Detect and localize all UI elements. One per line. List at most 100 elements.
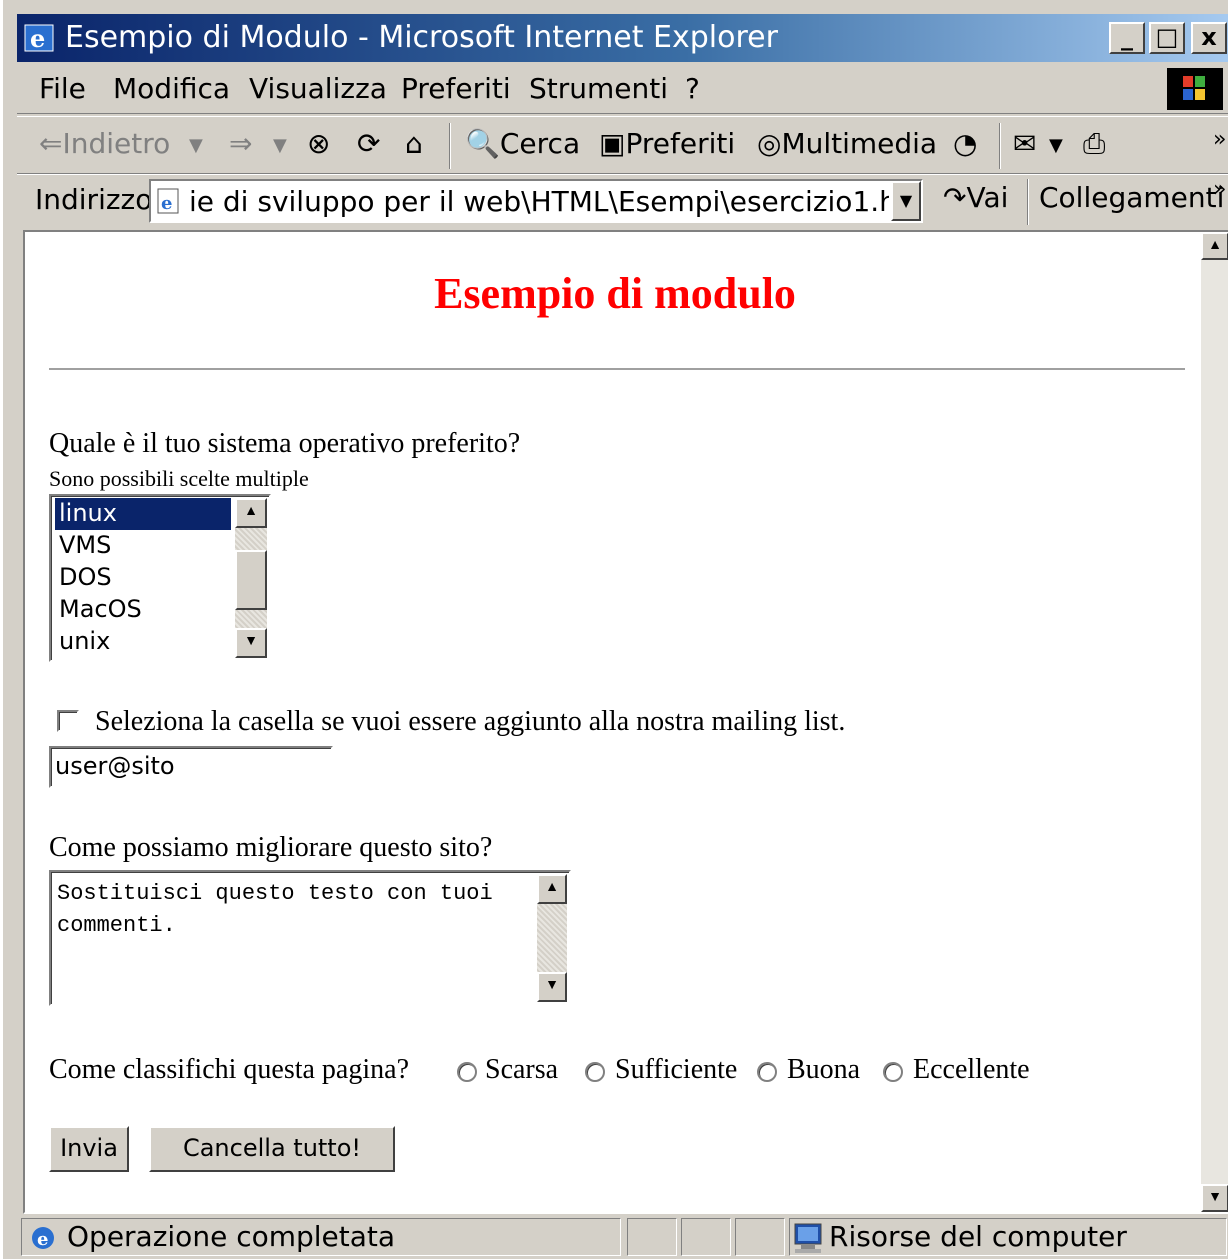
toolbar-separator [999, 123, 1001, 169]
home-icon[interactable]: ⌂ [405, 127, 423, 160]
ie-logo-icon: e [24, 24, 54, 53]
horizontal-rule [49, 368, 1185, 371]
mail-dropdown-icon[interactable]: ▼ [1049, 135, 1063, 156]
refresh-icon[interactable]: ⟳ [357, 127, 380, 160]
windows-logo-icon [1167, 68, 1223, 110]
os-listbox[interactable]: linux VMS DOS MacOS unix ▲ ▼ [49, 494, 271, 662]
menu-help[interactable]: ? [685, 72, 700, 105]
search-icon: 🔍 [465, 127, 500, 160]
scroll-down-icon[interactable]: ▼ [235, 628, 267, 658]
ie-page-icon: e [32, 1227, 54, 1250]
rating-question: Come classifichi questa pagina? [49, 1054, 409, 1085]
favorites-icon: ▣ [599, 127, 626, 160]
comments-text: Sostituisci questo testo con tuoi commen… [57, 881, 506, 938]
svg-text:e: e [37, 1229, 48, 1250]
scroll-thumb[interactable] [235, 550, 267, 610]
os-option-unix[interactable]: unix [55, 626, 231, 658]
go-arrow-icon: ↷ [943, 181, 967, 214]
svg-text:e: e [30, 24, 45, 53]
rating-radio-sufficiente[interactable] [585, 1062, 605, 1082]
media-icon: ◎ [757, 127, 782, 160]
email-field[interactable]: user@sito [49, 746, 333, 788]
rating-label-sufficiente: Sufficiente [615, 1054, 738, 1085]
search-button[interactable]: 🔍Cerca [465, 127, 580, 160]
menu-modifica[interactable]: Modifica [113, 72, 230, 105]
status-panel [735, 1218, 785, 1256]
rating-label-buona: Buona [787, 1054, 861, 1085]
comments-scrollbar[interactable]: ▲ ▼ [537, 874, 567, 1002]
os-option-vms[interactable]: VMS [55, 530, 231, 562]
submit-button[interactable]: Invia [49, 1126, 129, 1172]
window-title: Esempio di Modulo - Microsoft Internet E… [65, 20, 778, 55]
status-text: Operazione completata [67, 1220, 396, 1253]
mailing-list-checkbox[interactable] [57, 710, 79, 732]
go-button[interactable]: ↷Vai [943, 181, 1008, 214]
back-label: Indietro [62, 127, 171, 160]
page-icon: e [157, 188, 179, 214]
favorites-label: Preferiti [625, 127, 736, 160]
toolbar-chevron-icon[interactable]: » [1213, 127, 1226, 152]
scroll-down-icon[interactable]: ▼ [537, 972, 567, 1002]
os-option-dos[interactable]: DOS [55, 562, 231, 594]
os-question: Quale è il tuo sistema operativo preferi… [49, 428, 521, 459]
media-button[interactable]: ◎Multimedia [757, 127, 937, 160]
mail-icon[interactable]: ✉ [1013, 127, 1036, 160]
print-icon[interactable]: ⎙ [1083, 127, 1105, 161]
page-scrollbar[interactable]: ▲ ▼ [1201, 232, 1228, 1212]
menu-strumenti[interactable]: Strumenti [529, 72, 668, 105]
stop-icon[interactable]: ⊗ [307, 127, 330, 160]
rating-radio-buona[interactable] [757, 1062, 777, 1082]
reset-button[interactable]: Cancella tutto! [149, 1126, 395, 1172]
status-bar: e Operazione completata Risorse del comp… [17, 1214, 1228, 1259]
page-content: Esempio di modulo Quale è il tuo sistema… [23, 230, 1228, 1214]
status-panel [681, 1218, 731, 1256]
toolbar-separator [449, 123, 451, 169]
computer-icon [794, 1223, 822, 1253]
mailing-list-label: Seleziona la casella se vuoi essere aggi… [95, 706, 846, 737]
rating-label-scarsa: Scarsa [485, 1054, 559, 1085]
scroll-up-icon[interactable]: ▲ [235, 498, 267, 528]
minimize-button[interactable]: _ [1109, 22, 1145, 54]
zone-text: Risorse del computer [829, 1220, 1127, 1253]
back-dropdown-icon[interactable]: ▼ [189, 135, 203, 156]
address-separator [1027, 179, 1029, 225]
svg-text:e: e [161, 193, 172, 214]
search-label: Cerca [499, 127, 581, 160]
ie-window: e Esempio di Modulo - Microsoft Internet… [0, 0, 1228, 1259]
go-label: Vai [966, 181, 1009, 214]
scroll-up-icon[interactable]: ▲ [1201, 232, 1228, 260]
address-input[interactable]: e ie di sviluppo per il web\HTML\Esempi\… [149, 179, 923, 223]
scroll-down-icon[interactable]: ▼ [1201, 1184, 1228, 1212]
menu-file[interactable]: File [39, 72, 86, 105]
menu-preferiti[interactable]: Preferiti [401, 72, 511, 105]
address-bar: Indirizzo e ie di sviluppo per il web\HT… [17, 174, 1228, 228]
os-option-linux[interactable]: linux [55, 498, 231, 530]
back-arrow-icon: ⇐ [39, 127, 63, 160]
maximize-button[interactable]: □ [1149, 22, 1185, 54]
menu-bar: File Modifica Visualizza Preferiti Strum… [17, 64, 1228, 114]
comments-textarea[interactable]: Sostituisci questo testo con tuoi commen… [49, 870, 571, 1006]
rating-radio-scarsa[interactable] [457, 1062, 477, 1082]
page-heading: Esempio di modulo [434, 269, 796, 318]
close-button[interactable]: x [1191, 22, 1227, 54]
history-icon[interactable]: ◔ [953, 127, 977, 160]
rating-label-eccellente: Eccellente [913, 1054, 1030, 1085]
forward-dropdown-icon[interactable]: ▼ [273, 135, 287, 156]
improve-question: Come possiamo migliorare questo sito? [49, 832, 493, 863]
os-listbox-scrollbar[interactable]: ▲ ▼ [235, 498, 267, 658]
links-chevron-icon[interactable]: » [1213, 177, 1226, 202]
os-hint: Sono possibili scelte multiple [49, 466, 309, 491]
favorites-button[interactable]: ▣Preferiti [599, 127, 735, 160]
title-bar[interactable]: e Esempio di Modulo - Microsoft Internet… [17, 14, 1228, 62]
address-url: ie di sviluppo per il web\HTML\Esempi\es… [189, 185, 889, 218]
address-label: Indirizzo [35, 183, 153, 216]
forward-arrow-icon[interactable]: ⇒ [229, 127, 252, 160]
back-button[interactable]: ⇐Indietro [39, 127, 170, 160]
rating-radio-eccellente[interactable] [883, 1062, 903, 1082]
status-panel [627, 1218, 677, 1256]
os-option-macos[interactable]: MacOS [55, 594, 231, 626]
scroll-up-icon[interactable]: ▲ [537, 874, 567, 904]
menu-visualizza[interactable]: Visualizza [249, 72, 387, 105]
address-dropdown-icon[interactable]: ▼ [891, 181, 921, 221]
links-button[interactable]: Collegamenti [1039, 181, 1224, 214]
